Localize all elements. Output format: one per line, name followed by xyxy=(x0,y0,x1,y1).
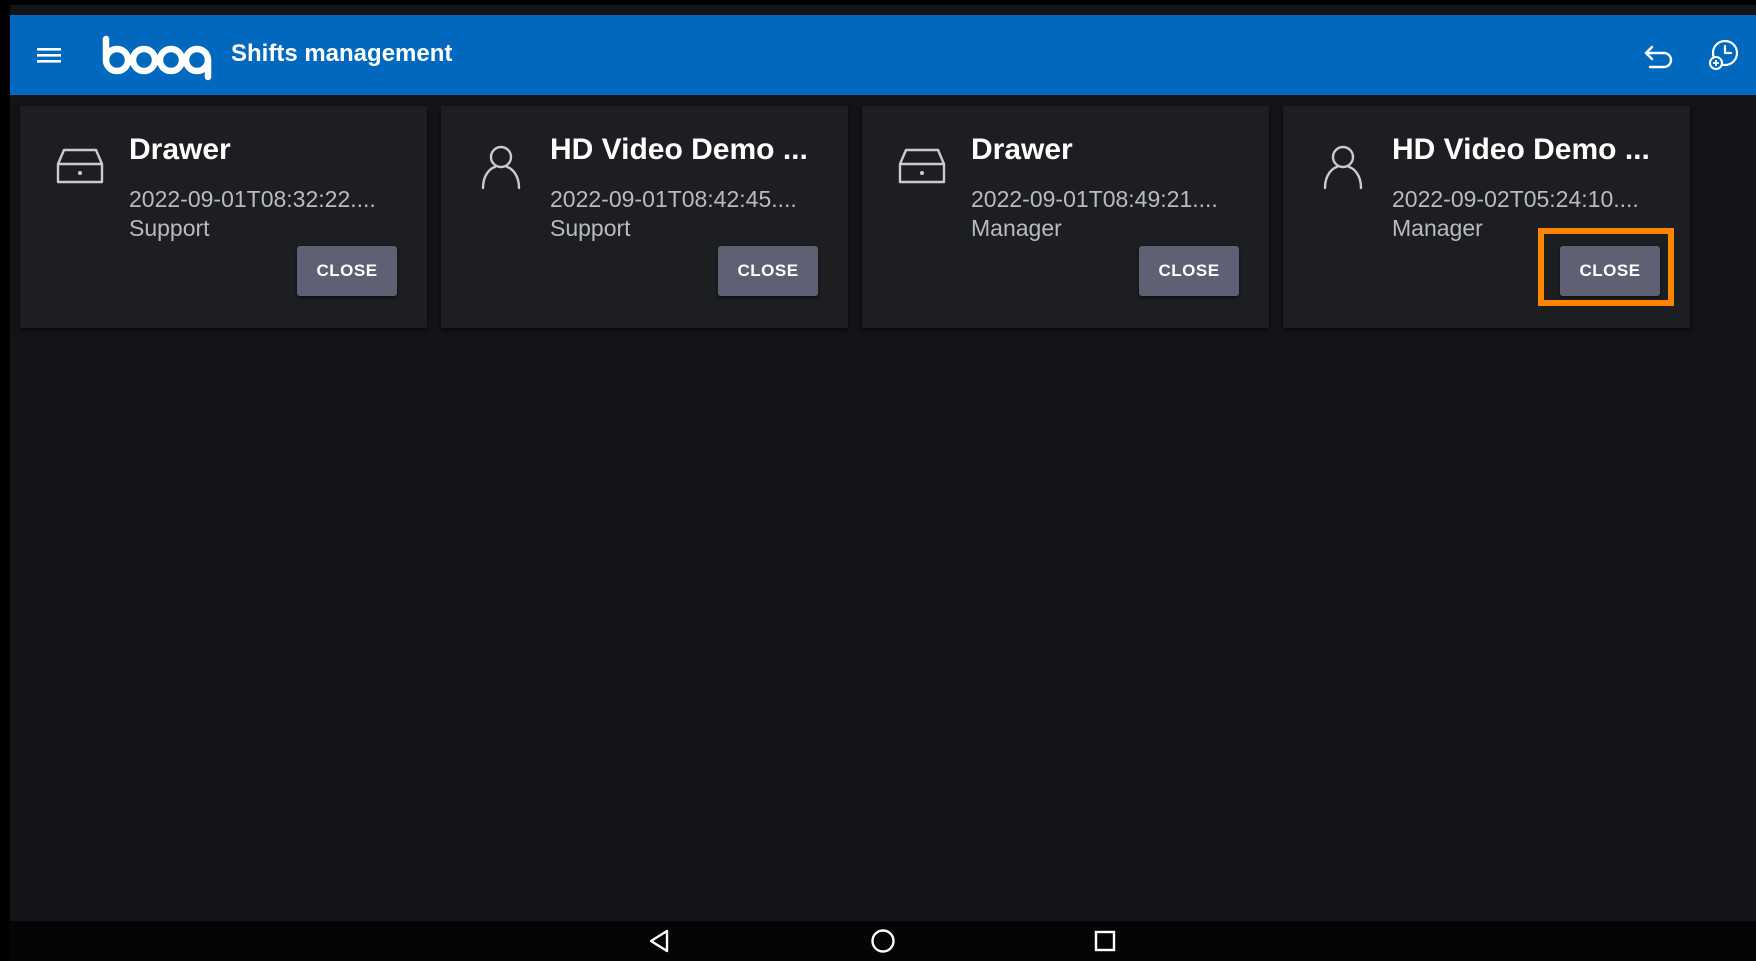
person-icon xyxy=(1323,145,1363,190)
shift-start-time: 2022-09-02T05:24:10.... xyxy=(1392,186,1639,212)
clock-history-icon[interactable] xyxy=(1706,37,1742,73)
app-screen: Shifts management Drawer 2022-09-01T08:3… xyxy=(10,5,1756,961)
close-shift-button[interactable]: CLOSE xyxy=(1139,246,1239,296)
cash-drawer-icon xyxy=(56,148,104,184)
shift-role: Support xyxy=(550,215,631,241)
cash-drawer-icon xyxy=(898,148,946,184)
shift-start-time: 2022-09-01T08:49:21.... xyxy=(971,186,1218,212)
shift-card-drawer-1: Drawer 2022-09-01T08:32:22.... Support C… xyxy=(20,106,427,328)
shift-cards-grid: Drawer 2022-09-01T08:32:22.... Support C… xyxy=(20,106,1720,332)
close-shift-button[interactable]: CLOSE xyxy=(1560,246,1660,296)
shift-role: Support xyxy=(129,215,210,241)
android-navigation-bar xyxy=(10,921,1756,961)
shift-card-user-1: HD Video Demo ... 2022-09-01T08:42:45...… xyxy=(441,106,848,328)
close-shift-button[interactable]: CLOSE xyxy=(718,246,818,296)
shift-title: HD Video Demo ... xyxy=(550,133,808,166)
shift-card-user-2: HD Video Demo ... 2022-09-02T05:24:10...… xyxy=(1283,106,1690,328)
nav-home-icon[interactable] xyxy=(868,926,898,956)
shift-title: Drawer xyxy=(129,133,231,166)
hamburger-menu-icon[interactable] xyxy=(37,44,63,66)
nav-back-icon[interactable] xyxy=(645,926,675,956)
close-shift-button[interactable]: CLOSE xyxy=(297,246,397,296)
person-icon xyxy=(481,145,521,190)
shift-title: Drawer xyxy=(971,133,1073,166)
shift-card-drawer-2: Drawer 2022-09-01T08:49:21.... Manager C… xyxy=(862,106,1269,328)
shift-role: Manager xyxy=(1392,215,1483,241)
undo-arrow-icon[interactable] xyxy=(1642,41,1676,71)
app-bar: Shifts management xyxy=(10,15,1756,95)
app-title: Shifts management xyxy=(231,40,453,67)
nav-recents-icon[interactable] xyxy=(1090,926,1120,956)
shift-start-time: 2022-09-01T08:42:45.... xyxy=(550,186,797,212)
booq-logo xyxy=(102,35,212,81)
shift-role: Manager xyxy=(971,215,1062,241)
shift-start-time: 2022-09-01T08:32:22.... xyxy=(129,186,376,212)
shift-title: HD Video Demo ... xyxy=(1392,133,1650,166)
